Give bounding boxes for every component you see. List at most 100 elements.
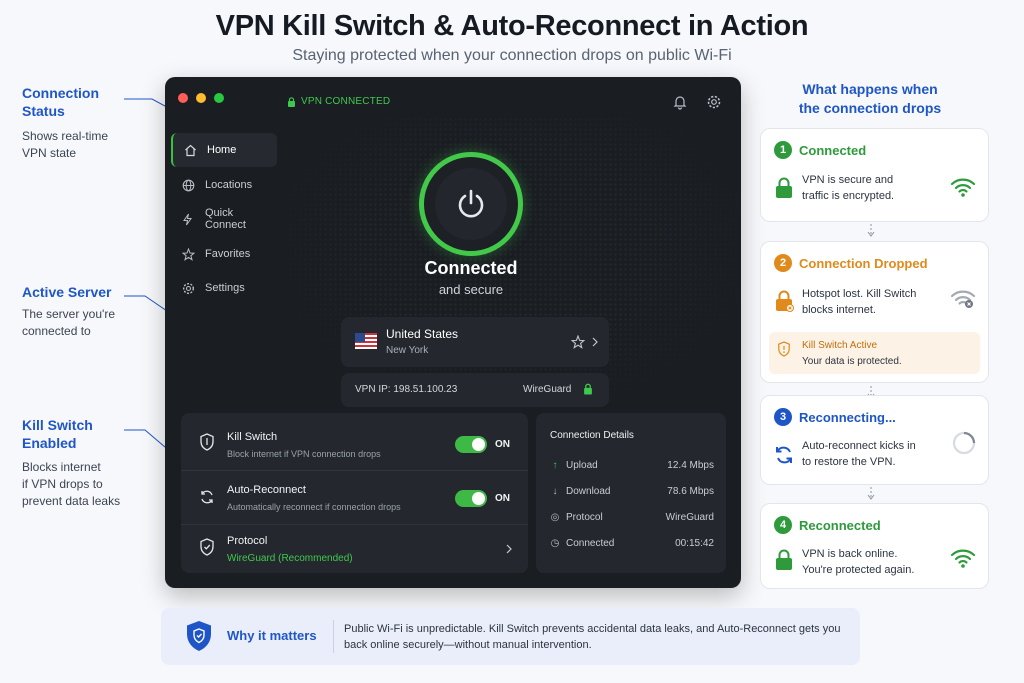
shield-icon	[187, 621, 211, 651]
step-number: 3	[774, 408, 792, 426]
window-minimize-button[interactable]	[196, 93, 206, 103]
callout-connection-status-title: Connection Status	[22, 85, 99, 119]
favorite-star-icon[interactable]	[571, 335, 585, 349]
lock-icon	[584, 383, 592, 395]
window-maximize-button[interactable]	[214, 93, 224, 103]
details-connected-label: Connected	[566, 538, 615, 549]
step-card-connected: 1 Connected VPN is secure and traffic is …	[760, 128, 989, 222]
details-protocol-value: WireGuard	[665, 512, 714, 523]
step-card-reconnected: 4 Reconnected VPN is back online. You're …	[760, 503, 989, 589]
power-button[interactable]	[419, 152, 523, 256]
vpn-ip-label: VPN IP: 198.51.100.23	[355, 384, 458, 395]
step-description: Hotspot lost. Kill Switch blocks internet…	[802, 288, 917, 316]
home-icon	[183, 143, 197, 157]
sidebar-item-label: Locations	[205, 179, 253, 191]
shield-warning-icon	[778, 341, 790, 357]
protocol-title: Protocol	[227, 535, 268, 547]
step-description: VPN is secure and traffic is encrypted.	[802, 174, 895, 202]
step-description: Auto-reconnect kicks in to restore the VP…	[802, 440, 916, 468]
kill-switch-title: Kill Switch	[227, 431, 278, 443]
server-country: United States	[386, 327, 459, 341]
clock-icon: ◷	[550, 538, 560, 549]
step-card-connection-dropped: 2 Connection Dropped Hotspot lost. Kill …	[760, 241, 989, 383]
sidebar-item-quick-connect[interactable]: Quick Connect	[171, 202, 277, 236]
vpn-app-window: VPN CONNECTED Home Locations Quick Conne…	[165, 77, 741, 588]
kill-switch-alert: Kill Switch Active Your data is protecte…	[769, 332, 980, 374]
connection-status-subtitle: and secure	[438, 282, 504, 297]
sidebar-item-label: Favorites	[205, 248, 251, 260]
shield-check-icon	[200, 538, 214, 556]
divider	[333, 620, 334, 653]
lock-warning-icon	[776, 290, 794, 312]
details-upload-label: Upload	[566, 460, 598, 471]
connection-status-title: Connected	[424, 258, 518, 278]
lock-icon	[776, 549, 792, 570]
auto-reconnect-title: Auto-Reconnect	[227, 484, 306, 496]
callout-kill-switch-desc: Blocks internet if VPN drops to prevent da…	[22, 460, 121, 508]
shield-icon	[200, 433, 214, 451]
step-title: Reconnecting...	[799, 410, 896, 425]
power-icon	[458, 189, 484, 218]
sidebar-item-settings[interactable]: Settings	[171, 271, 277, 305]
wifi-icon	[950, 549, 976, 568]
gear-icon[interactable]	[706, 94, 722, 110]
divider	[181, 470, 528, 471]
step-title: Connection Dropped	[799, 256, 928, 271]
details-connected-value: 00:15:42	[675, 538, 714, 549]
window-close-button[interactable]	[178, 93, 188, 103]
details-upload-value: 12.4 Mbps	[667, 460, 714, 471]
loading-spinner-icon	[952, 431, 976, 455]
refresh-icon	[201, 490, 213, 504]
sidebar-item-label: Home	[207, 144, 237, 156]
details-download-label: Download	[566, 486, 611, 497]
callout-kill-switch-title: Kill Switch Enabled	[22, 417, 93, 451]
callout-connection-status-desc: Shows real-time VPN state	[22, 129, 109, 160]
settings-card: Kill Switch Block internet if VPN connec…	[181, 413, 528, 573]
arrow-up-icon: ↑	[552, 460, 558, 471]
vpn-protocol-label: WireGuard	[523, 384, 572, 395]
active-server-card[interactable]: United States New York	[341, 317, 609, 367]
callout-active-server-desc: The server you're connected to	[22, 307, 115, 338]
sidebar-item-favorites[interactable]: Favorites	[171, 237, 277, 271]
bell-icon[interactable]	[672, 94, 688, 110]
protocol-value: WireGuard (Recommended)	[227, 553, 353, 564]
gear-icon	[181, 281, 195, 295]
vpn-status-label: VPN CONNECTED	[301, 96, 391, 107]
wifi-off-icon	[950, 290, 976, 308]
refresh-icon	[776, 446, 792, 464]
chevron-right-icon	[506, 544, 512, 554]
kill-switch-alert-text: Your data is protected.	[802, 356, 902, 367]
why-it-matters-banner: Why it matters Public Wi-Fi is unpredict…	[161, 608, 860, 665]
sidebar-item-label: Settings	[205, 282, 245, 294]
vpn-ip-card: VPN IP: 198.51.100.23 WireGuard	[341, 373, 609, 407]
divider	[181, 524, 528, 525]
details-title: Connection Details	[550, 430, 634, 441]
sidebar-item-home[interactable]: Home	[171, 133, 277, 167]
protocol-icon: ◎	[550, 512, 560, 523]
wifi-icon	[950, 178, 976, 197]
step-number: 4	[774, 516, 792, 534]
sidebar-item-locations[interactable]: Locations	[171, 168, 277, 202]
kill-switch-desc: Block internet if VPN connection drops	[227, 449, 381, 459]
arrow-down-icon: ↓	[552, 486, 558, 497]
callout-active-server-title: Active Server	[22, 284, 112, 300]
details-download-value: 78.6 Mbps	[667, 486, 714, 497]
why-title: Why it matters	[227, 628, 317, 643]
kill-switch-alert-title: Kill Switch Active	[802, 340, 878, 351]
auto-reconnect-desc: Automatically reconnect if connection dr…	[227, 502, 401, 512]
step-title: Reconnected	[799, 518, 881, 533]
sidebar-item-label: Quick Connect	[204, 207, 246, 231]
star-icon	[181, 247, 195, 261]
why-text: Public Wi-Fi is unpredictable. Kill Swit…	[344, 623, 841, 651]
globe-icon	[181, 178, 195, 192]
us-flag-icon	[355, 333, 377, 349]
right-panel-heading: What happens when the connection drops	[798, 81, 942, 116]
step-card-reconnecting: 3 Reconnecting... Auto-reconnect kicks i…	[760, 395, 989, 485]
auto-reconnect-toggle[interactable]	[455, 490, 487, 507]
kill-switch-toggle[interactable]	[455, 436, 487, 453]
lock-icon	[288, 96, 295, 107]
auto-reconnect-state: ON	[495, 493, 510, 504]
flow-arrow-icon	[867, 224, 875, 237]
connection-details-card: Connection Details ↑ Upload 12.4 Mbps ↓ …	[536, 413, 726, 573]
chevron-right-icon[interactable]	[591, 337, 599, 347]
